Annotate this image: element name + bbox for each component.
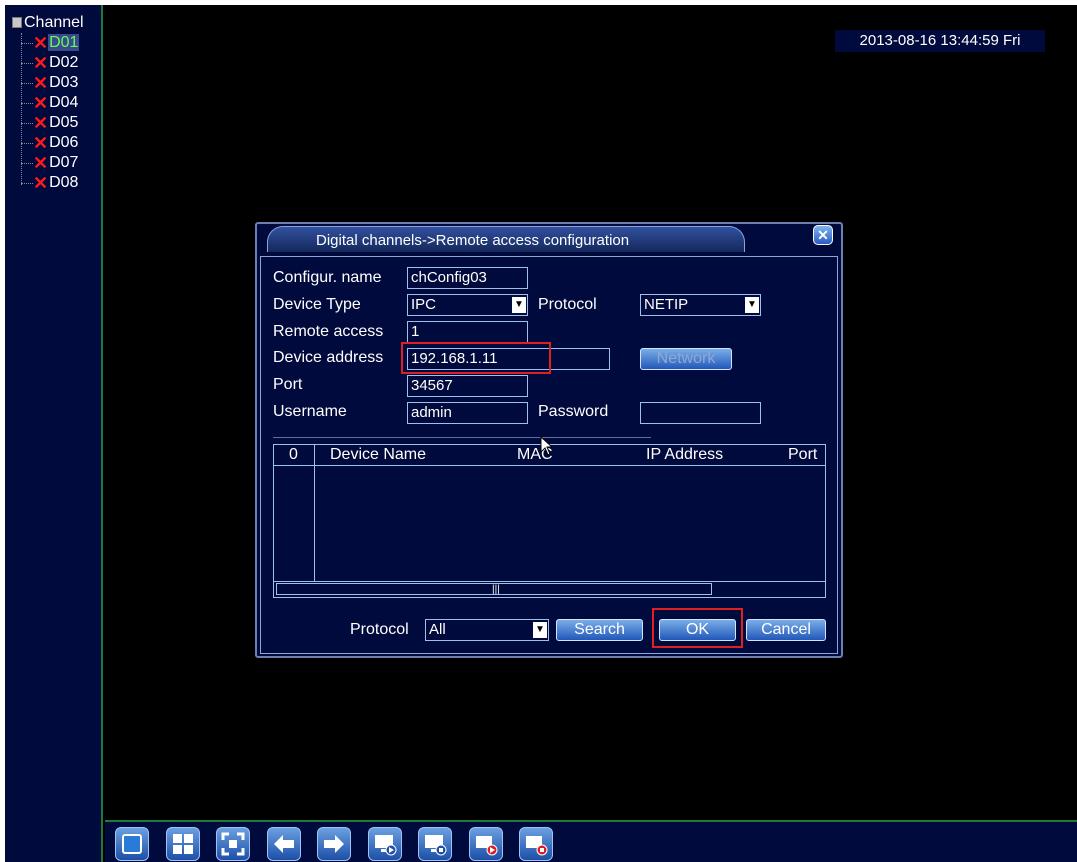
- channel-label: D02: [49, 54, 79, 71]
- channel-sidebar: Channel ✕D01 ✕D02 ✕D03 ✕D04 ✕D05 ✕D06 ✕D…: [5, 5, 103, 862]
- offline-x-icon: ✕: [33, 133, 49, 153]
- device-type-label: Device Type: [273, 296, 361, 313]
- single-view-icon[interactable]: [115, 827, 149, 861]
- port-label: Port: [273, 376, 303, 393]
- previous-icon[interactable]: [267, 827, 301, 861]
- channel-label: D06: [49, 134, 79, 151]
- column-header-device-name[interactable]: Device Name: [330, 445, 426, 465]
- device-address-label: Device address: [273, 349, 384, 366]
- dialog-title-tab: Digital channels->Remote access configur…: [267, 226, 745, 252]
- device-type-select[interactable]: IPC ▼: [407, 294, 528, 316]
- channel-label: D04: [49, 94, 79, 111]
- divider: [273, 437, 651, 438]
- remote-access-field[interactable]: 1: [407, 321, 528, 343]
- network-button[interactable]: Network: [640, 348, 732, 370]
- offline-x-icon: ✕: [33, 173, 49, 193]
- username-label: Username: [273, 403, 347, 420]
- protocol-select[interactable]: NETIP ▼: [640, 294, 761, 316]
- protocol-label: Protocol: [538, 296, 597, 313]
- offline-x-icon: ✕: [33, 93, 49, 113]
- footer-protocol-value: All: [429, 621, 446, 638]
- datetime-display: 2013-08-16 13:44:59 Fri: [835, 30, 1045, 52]
- remote-access-label: Remote access: [273, 323, 384, 340]
- offline-x-icon: ✕: [33, 53, 49, 73]
- channel-item-d03[interactable]: ✕D03: [21, 73, 101, 93]
- config-name-field[interactable]: chConfig03: [407, 267, 528, 289]
- channel-item-d06[interactable]: ✕D06: [21, 133, 101, 153]
- dialog-title: Digital channels->Remote access configur…: [316, 232, 630, 249]
- channel-label: D07: [49, 154, 79, 171]
- fullscreen-icon[interactable]: [216, 827, 250, 861]
- channel-label: D01: [48, 34, 80, 51]
- channel-item-d07[interactable]: ✕D07: [21, 153, 101, 173]
- chevron-down-icon: ▼: [533, 622, 547, 638]
- horizontal-scrollbar[interactable]: |||: [274, 581, 825, 597]
- cancel-button[interactable]: Cancel: [746, 619, 826, 641]
- config-name-label: Configur. name: [273, 269, 382, 286]
- column-header-ip-address[interactable]: IP Address: [646, 445, 723, 465]
- channel-tree-title: Channel: [24, 14, 84, 31]
- monitor-play-icon[interactable]: [368, 827, 402, 861]
- footer-protocol-select[interactable]: All ▼: [425, 619, 549, 641]
- folder-icon: [12, 17, 22, 28]
- username-field[interactable]: admin: [407, 402, 528, 424]
- monitor-stop-icon[interactable]: [418, 827, 452, 861]
- channel-item-d02[interactable]: ✕D02: [21, 53, 101, 73]
- offline-x-icon: ✕: [33, 113, 49, 133]
- grip-icon: |||: [492, 584, 500, 595]
- record-icon[interactable]: [469, 827, 503, 861]
- scrollbar-thumb[interactable]: |||: [276, 583, 712, 595]
- column-header-index[interactable]: 0: [289, 445, 298, 465]
- port-field[interactable]: 34567: [407, 375, 528, 397]
- device-table[interactable]: 0 Device Name MAC IP Address Port |||: [273, 444, 826, 598]
- device-type-value: IPC: [411, 296, 437, 313]
- channel-label: D03: [49, 74, 79, 91]
- quad-view-icon[interactable]: [166, 827, 200, 861]
- offline-x-icon: ✕: [33, 73, 49, 93]
- channel-item-d05[interactable]: ✕D05: [21, 113, 101, 133]
- search-button[interactable]: Search: [556, 619, 643, 641]
- channel-tree-root[interactable]: Channel: [12, 14, 84, 32]
- channel-label: D05: [49, 114, 79, 131]
- channel-item-d04[interactable]: ✕D04: [21, 93, 101, 113]
- password-field[interactable]: [640, 402, 761, 424]
- next-icon[interactable]: [317, 827, 351, 861]
- chevron-down-icon: ▼: [512, 297, 526, 313]
- chevron-down-icon: ▼: [745, 297, 759, 313]
- password-label: Password: [538, 403, 609, 420]
- stop-record-icon[interactable]: [519, 827, 553, 861]
- protocol-value: NETIP: [644, 296, 689, 313]
- channel-item-d08[interactable]: ✕D08: [21, 173, 101, 193]
- channel-item-d01[interactable]: ✕D01: [21, 33, 101, 53]
- close-icon[interactable]: ✕: [813, 225, 833, 245]
- offline-x-icon: ✕: [33, 33, 49, 53]
- footer-protocol-label: Protocol: [350, 621, 409, 638]
- device-address-highlight: [401, 342, 551, 374]
- ok-button-highlight: [652, 608, 743, 648]
- mouse-cursor-icon: [540, 436, 554, 456]
- channel-label: D08: [49, 174, 79, 191]
- offline-x-icon: ✕: [33, 153, 49, 173]
- bottom-toolbar: [105, 820, 1077, 862]
- column-header-port[interactable]: Port: [788, 445, 817, 465]
